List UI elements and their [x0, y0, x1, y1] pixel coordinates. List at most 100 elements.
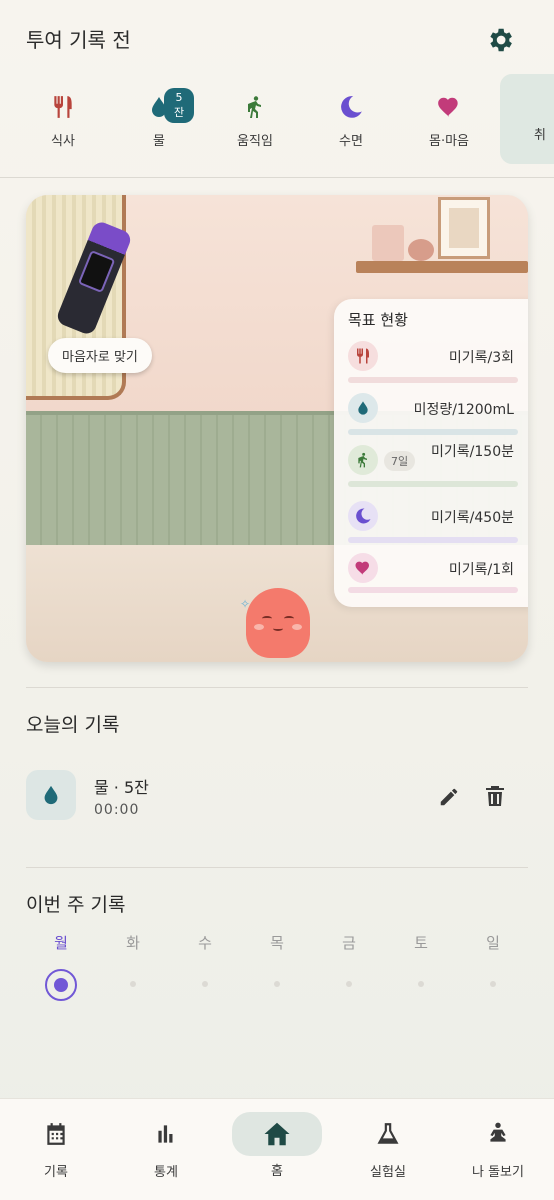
home-icon	[264, 1122, 290, 1146]
goal-icon	[348, 501, 378, 531]
goal-item-water[interactable]: 미정량/1200mL	[344, 393, 528, 443]
room-scene: 마음자로 맞기 목표 현황 미기록/3회 미정량/1200mL 7일 미기록/1…	[26, 195, 528, 662]
day-label: 수	[198, 934, 212, 952]
category-label: 물	[153, 134, 165, 149]
walking-icon	[248, 96, 261, 118]
nav-stats[interactable]: 통계	[116, 1117, 216, 1180]
goal-icon	[348, 393, 378, 423]
meditation-icon	[490, 1122, 506, 1142]
day-label: 월	[54, 934, 68, 952]
nav-label: 나 돌보기	[472, 1165, 524, 1180]
nav-self-care[interactable]: 나 돌보기	[448, 1117, 548, 1180]
shelf-book	[372, 225, 404, 261]
goals-title: 목표 현황	[348, 311, 408, 329]
day-label: 목	[270, 934, 284, 952]
week-strip: 월 화 수 목 금 토 일	[26, 932, 528, 1012]
calendar-icon	[47, 1123, 65, 1145]
water-drop-icon	[358, 401, 368, 415]
selected-day-indicator	[45, 969, 77, 1001]
walking-icon	[358, 452, 367, 468]
goals-panel: 목표 현황 미기록/3회 미정량/1200mL 7일 미기록/150분 미기록/…	[334, 299, 528, 607]
goal-value: 미기록/150분	[431, 444, 514, 460]
count-badge: 5잔	[164, 88, 194, 123]
category-more[interactable]: 취	[500, 74, 554, 164]
day-tue[interactable]: 화	[113, 932, 153, 987]
goal-item-sleep[interactable]: 미기록/450분	[344, 501, 528, 551]
delete-button[interactable]	[481, 780, 509, 812]
scene-tag[interactable]: 마음자로 맞기	[48, 338, 152, 373]
heart-icon	[355, 561, 369, 575]
wall-picture	[438, 197, 490, 259]
utensils-icon	[54, 96, 72, 118]
app-screen: 투여 기록 전 식사 물 5잔 움직임 수면 몸·마음 취 마음자로 맞기 목표…	[0, 0, 554, 1200]
wall-shelf	[356, 261, 528, 273]
goal-item-body-mind[interactable]: 미기록/1회	[344, 553, 528, 603]
goal-item-movement[interactable]: 7일 미기록/150분	[344, 444, 528, 495]
nav-records[interactable]: 기록	[6, 1117, 106, 1180]
goal-progress	[348, 377, 518, 383]
pencil-icon	[440, 788, 458, 806]
record-time: 00:00	[94, 802, 140, 818]
trash-icon	[486, 786, 504, 806]
day-label: 화	[126, 934, 140, 952]
category-label: 취	[534, 128, 546, 143]
divider	[26, 867, 528, 868]
nav-label: 홈	[271, 1164, 283, 1179]
goal-icon	[348, 553, 378, 583]
nav-label: 실험실	[370, 1165, 406, 1180]
day-label: 금	[342, 934, 356, 952]
day-wed[interactable]: 수	[185, 932, 225, 987]
category-label: 수면	[339, 134, 363, 149]
goal-icon	[348, 445, 378, 475]
goal-days-badge: 7일	[384, 451, 416, 471]
goal-item-meal[interactable]: 미기록/3회	[344, 341, 528, 391]
category-sleep[interactable]: 수면	[316, 90, 386, 160]
day-mon[interactable]: 월	[41, 932, 81, 1001]
bottom-nav: 기록 통계 홈 실험실 나 돌보기	[0, 1098, 554, 1200]
category-label: 식사	[51, 134, 75, 149]
goal-progress	[348, 481, 518, 487]
goal-progress	[348, 587, 518, 593]
record-name: 물 · 5잔	[94, 778, 149, 797]
water-drop-icon	[44, 785, 58, 805]
day-sat[interactable]: 토	[401, 932, 441, 987]
week-title: 이번 주 기록	[26, 894, 126, 916]
day-thu[interactable]: 목	[257, 932, 297, 987]
category-water[interactable]: 물 5잔	[124, 88, 194, 160]
category-movement[interactable]: 움직임	[220, 90, 290, 160]
goal-value: 미기록/1회	[448, 562, 514, 578]
edit-button[interactable]	[436, 784, 462, 810]
divider	[0, 177, 554, 178]
moon-icon	[341, 96, 362, 118]
today-title: 오늘의 기록	[26, 714, 120, 736]
moon-icon	[356, 508, 371, 524]
category-meal[interactable]: 식사	[28, 90, 98, 160]
goal-value: 미정량/1200mL	[413, 402, 514, 418]
category-label: 움직임	[237, 134, 273, 149]
bar-chart-icon	[158, 1125, 173, 1143]
shelf-vase	[408, 239, 434, 261]
nav-label: 기록	[44, 1165, 68, 1180]
divider	[26, 687, 528, 688]
nav-label: 통계	[154, 1165, 178, 1180]
header: 투여 기록 전	[0, 0, 554, 76]
day-label: 토	[414, 934, 428, 952]
category-body-mind[interactable]: 몸·마음	[414, 90, 484, 160]
page-title: 투여 기록 전	[26, 28, 131, 52]
nav-home[interactable]: 홈	[227, 1112, 327, 1179]
goal-icon	[348, 341, 378, 371]
nav-lab[interactable]: 실험실	[338, 1117, 438, 1180]
goal-value: 미기록/3회	[448, 350, 514, 366]
category-bar: 식사 물 5잔 움직임 수면 몸·마음	[0, 76, 554, 176]
heart-icon	[438, 97, 458, 117]
goal-progress	[348, 429, 518, 435]
settings-button[interactable]	[482, 22, 518, 58]
day-fri[interactable]: 금	[329, 932, 369, 987]
gear-icon	[490, 28, 512, 52]
record-item[interactable]: 물 · 5잔 00:00	[26, 770, 528, 826]
day-sun[interactable]: 일	[473, 932, 513, 987]
pet-character[interactable]	[246, 588, 310, 658]
flask-icon	[377, 1123, 399, 1144]
record-icon	[26, 770, 76, 820]
utensils-icon	[357, 348, 369, 364]
